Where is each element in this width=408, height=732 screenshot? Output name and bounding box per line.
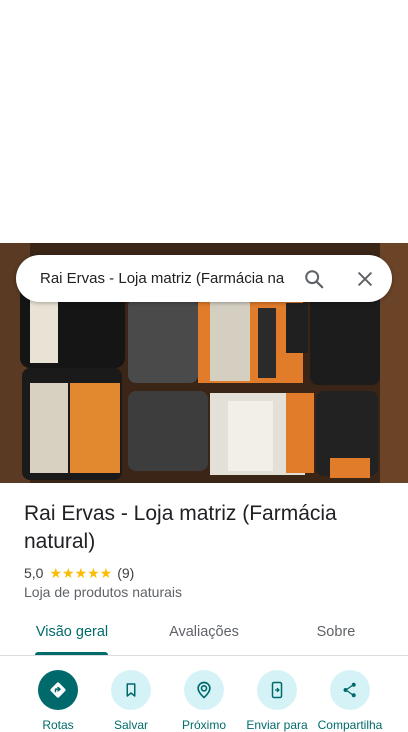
- close-icon[interactable]: [349, 263, 381, 295]
- share-label: Compartilha: [317, 718, 383, 732]
- action-buttons-row: Rotas Salvar Próximo Enviar para Compart…: [0, 656, 408, 732]
- share-icon: [330, 670, 370, 710]
- directions-label: Rotas: [42, 718, 74, 732]
- tab-reviews[interactable]: Avaliações: [156, 612, 252, 652]
- nearby-button[interactable]: Próximo: [165, 670, 243, 732]
- nearby-icon: [184, 670, 224, 710]
- send-to-phone-button[interactable]: Enviar para: [238, 670, 316, 732]
- review-count[interactable]: (9): [117, 565, 134, 581]
- nearby-label: Próximo: [181, 718, 226, 732]
- directions-button[interactable]: Rotas: [19, 670, 97, 732]
- active-tab-indicator: [35, 652, 108, 655]
- map-area[interactable]: [0, 0, 408, 243]
- tab-overview[interactable]: Visão geral: [28, 612, 116, 652]
- bookmark-icon: [111, 670, 151, 710]
- save-button[interactable]: Salvar: [92, 670, 170, 732]
- save-label: Salvar: [113, 718, 148, 732]
- search-bar[interactable]: Rai Ervas - Loja matriz (Farmácia na: [16, 255, 392, 302]
- tab-bar: Visão geral Avaliações Sobre: [0, 612, 408, 656]
- search-input[interactable]: Rai Ervas - Loja matriz (Farmácia na: [40, 255, 290, 302]
- tab-about[interactable]: Sobre: [300, 612, 372, 652]
- send-to-phone-label: Enviar para: [246, 718, 308, 732]
- place-category[interactable]: Loja de produtos naturais: [24, 584, 182, 600]
- rating-value: 5,0: [24, 565, 44, 581]
- search-icon[interactable]: [298, 263, 330, 295]
- share-button[interactable]: Compartilha: [311, 670, 389, 732]
- directions-icon: [38, 670, 78, 710]
- send-to-phone-icon: [257, 670, 297, 710]
- rating-stars: ★★★★★: [49, 564, 113, 581]
- place-title: Rai Ervas - Loja matriz (Farmácia natura…: [24, 502, 337, 553]
- rating-row[interactable]: 5,0 ★★★★★ (9): [24, 563, 134, 583]
